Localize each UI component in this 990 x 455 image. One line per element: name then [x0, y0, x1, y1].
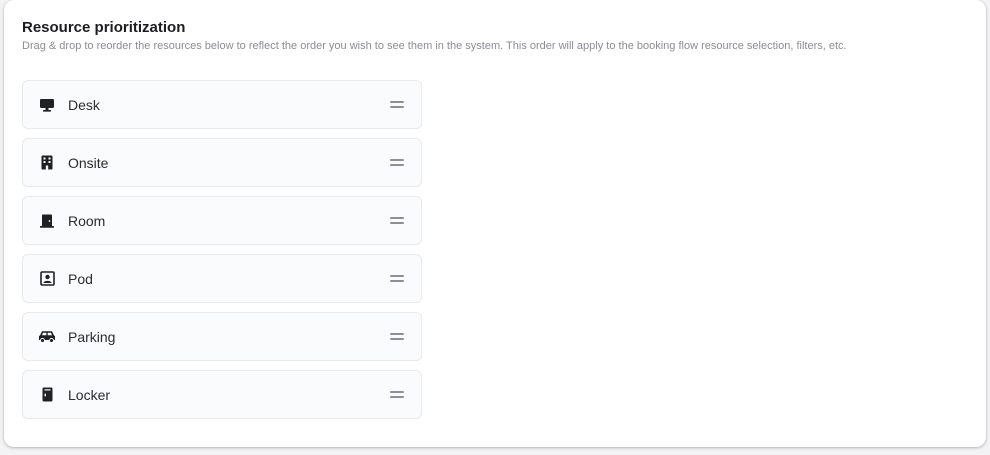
- resource-item-locker[interactable]: Locker: [22, 370, 422, 419]
- resource-item-pod[interactable]: Pod: [22, 254, 422, 303]
- desk-monitor-icon: [38, 96, 56, 114]
- resource-item-onsite[interactable]: Onsite: [22, 138, 422, 187]
- section-title: Resource prioritization: [22, 19, 186, 36]
- resource-label: Locker: [68, 386, 111, 403]
- drag-handle-icon[interactable]: [390, 274, 404, 283]
- drag-handle-icon[interactable]: [390, 216, 404, 225]
- resource-list: Desk Onsite Room Pod Parking Locker: [22, 80, 422, 428]
- drag-handle-icon[interactable]: [390, 100, 404, 109]
- building-icon: [38, 154, 56, 172]
- drag-handle-icon[interactable]: [390, 158, 404, 167]
- resource-label: Room: [68, 212, 106, 229]
- drag-handle-icon[interactable]: [390, 390, 404, 399]
- door-icon: [38, 212, 56, 230]
- resource-item-desk[interactable]: Desk: [22, 80, 422, 129]
- resource-label: Parking: [68, 328, 116, 345]
- resource-label: Desk: [68, 96, 100, 113]
- drag-handle-icon[interactable]: [390, 332, 404, 341]
- locker-icon: [38, 386, 56, 404]
- pod-person-icon: [38, 270, 56, 288]
- resource-item-parking[interactable]: Parking: [22, 312, 422, 361]
- resource-item-room[interactable]: Room: [22, 196, 422, 245]
- resource-label: Onsite: [68, 154, 109, 171]
- car-icon: [38, 328, 56, 346]
- resource-label: Pod: [68, 270, 93, 287]
- resource-prioritization-card: Resource prioritization Drag & drop to r…: [4, 0, 986, 447]
- section-description: Drag & drop to reorder the resources bel…: [22, 40, 847, 52]
